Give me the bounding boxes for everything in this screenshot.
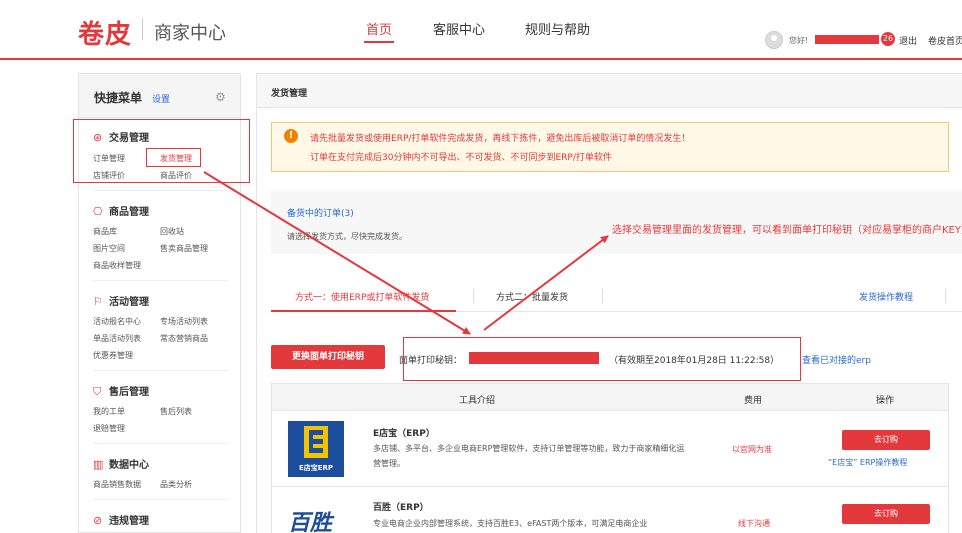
greeting-text: 您好! — [789, 36, 809, 45]
section-divider — [93, 190, 228, 191]
change-print-key-button[interactable]: 更换面单打印秘钥 — [271, 345, 385, 369]
section-product-management: ⎔ 商品管理 — [93, 203, 149, 218]
main-content: 发货管理 ! 请先批量发货或使用ERP/打单软件完成发货，再线下拣件，避免出库后… — [256, 73, 962, 533]
avatar[interactable] — [765, 31, 783, 49]
quick-menu-title: 快捷菜单 — [94, 91, 143, 105]
top-header: 卷皮 商家中心 首页 客服中心 规则与帮助 您好! 26 退出 卷皮首页 — [0, 0, 962, 60]
tool-name: 百胜（ERP） — [373, 503, 429, 513]
annotation-box-shipping-link — [146, 148, 201, 167]
shipping-method-tabs: 方式一：使用ERP或打单软件发货 方式二：批量发货 发货操作教程 — [271, 284, 962, 312]
edianbao-logo: E店宝ERP — [288, 421, 344, 477]
message-count-badge[interactable]: 26 — [881, 32, 895, 46]
warning-line-2: 订单在支付完成后30分钟内不可导出、不可发货、不可同步到ERP/打单软件 — [310, 153, 612, 163]
section-divider — [93, 280, 228, 281]
nav-rules-help[interactable]: 规则与帮助 — [525, 19, 590, 38]
tool-description: 多店铺、多平台、多企业电商ERP管理软件，支持订单管理等功能，致力于商家精细化运… — [373, 444, 685, 468]
section-violation-management: ⊘ 违规管理 — [93, 512, 149, 527]
tab-batch-shipping[interactable]: 方式二：批量发货 — [496, 290, 568, 303]
column-actions: 操作 — [876, 396, 895, 406]
ban-icon: ⊘ — [93, 514, 103, 527]
nav-home[interactable]: 首页 — [366, 19, 392, 38]
sidebar-item-selling-products[interactable]: 售卖商品管理 — [160, 243, 208, 254]
section-divider — [93, 443, 228, 444]
sidebar-item-activity-signup[interactable]: 活动报名中心 — [93, 316, 141, 327]
section-activity-management: ⚐ 活动管理 — [93, 293, 149, 308]
pending-orders-link[interactable]: 备货中的订单(3) — [287, 206, 354, 219]
baisheng-logo: 百胜 — [288, 497, 344, 533]
sidebar-item-single-activities[interactable]: 单品活动列表 — [93, 333, 141, 344]
section-title: 商品管理 — [109, 207, 149, 218]
tab-separator — [945, 289, 946, 303]
merchant-center-title: 商家中心 — [154, 23, 226, 44]
table-row: 百胜 百胜（ERP） 专业电商企业内部管理系统，支持百胜E3、eFAST两个版本… — [271, 487, 949, 533]
brand-logo[interactable]: 卷皮 — [78, 14, 132, 51]
warning-icon: ! — [284, 129, 298, 143]
section-title: 售后管理 — [109, 387, 149, 398]
sidebar-item-sales-data[interactable]: 商品销售数据 — [93, 479, 141, 490]
juanpi-home-link[interactable]: 卷皮首页 — [928, 34, 962, 47]
main-header: 发货管理 — [257, 74, 962, 108]
nav-active-underline — [364, 41, 394, 43]
tab-separator — [602, 289, 603, 303]
sidebar-item-recycle-bin[interactable]: 回收站 — [160, 226, 184, 237]
page-title: 发货管理 — [271, 89, 308, 99]
logout-link[interactable]: 退出 — [899, 34, 917, 47]
tab-erp-shipping[interactable]: 方式一：使用ERP或打单软件发货 — [295, 290, 429, 303]
shipping-tutorial-link[interactable]: 发货操作教程 — [859, 290, 913, 303]
page-root: 卷皮 商家中心 首页 客服中心 规则与帮助 您好! 26 退出 卷皮首页 快捷菜… — [0, 0, 962, 533]
section-data-center: ▥ 数据中心 — [93, 456, 149, 471]
sidebar-item-sample-management[interactable]: 商品收样管理 — [93, 260, 141, 271]
tool-description: 专业电商企业内部管理系统，支持百胜E3、eFAST两个版本，可满足电商企业 — [373, 519, 648, 528]
pending-orders-hint: 请选择发货方式，尽快完成发货。 — [287, 232, 407, 241]
section-divider — [93, 370, 228, 371]
section-title: 活动管理 — [109, 297, 149, 308]
section-title: 数据中心 — [109, 460, 149, 471]
tab-separator — [473, 289, 474, 303]
warning-banner: ! 请先批量发货或使用ERP/打单软件完成发货，再线下拣件，避免出库后被取消订单… — [271, 122, 949, 172]
nav-customer-service[interactable]: 客服中心 — [433, 19, 485, 38]
tool-fee: 线下沟通 — [738, 519, 770, 528]
order-baisheng-button[interactable]: 去订购 — [842, 504, 930, 524]
gear-icon[interactable]: ⚙ — [215, 90, 226, 104]
section-after-sales: ⛉ 售后管理 — [93, 383, 149, 399]
table-row: E店宝ERP E店宝（ERP） 多店铺、多平台、多企业电商ERP管理软件，支持订… — [271, 411, 949, 487]
column-fee: 费用 — [744, 396, 763, 406]
annotation-note: 选择交易管理里面的发货管理，可以看到面单打印秘钥（对应易掌柜的商户KEY） — [612, 225, 962, 236]
quick-menu-settings-link[interactable]: 设置 — [152, 92, 170, 105]
view-connected-erp-link[interactable]: 查看已对接的erp — [802, 353, 871, 366]
annotation-box-print-key — [403, 337, 801, 381]
baisheng-logo-text: 百胜 — [288, 511, 333, 533]
sidebar-item-after-sales-list[interactable]: 售后列表 — [160, 406, 192, 417]
sidebar-header: 快捷菜单 设置 ⚙ — [79, 74, 240, 118]
flag-icon: ⚐ — [93, 295, 103, 308]
chart-icon: ▥ — [93, 458, 104, 471]
pending-orders-panel: 备货中的订单(3) 请选择发货方式，尽快完成发货。 — [271, 190, 962, 254]
tools-table-header: 工具介绍 费用 操作 — [271, 383, 949, 411]
sidebar-item-my-tickets[interactable]: 我的工单 — [93, 406, 125, 417]
sidebar-item-product-library[interactable]: 商品库 — [93, 226, 117, 237]
tool-fee: 以官网为准 — [732, 445, 772, 454]
logo-divider — [142, 18, 143, 40]
column-tool-intro: 工具介绍 — [459, 396, 496, 406]
username-redaction — [815, 35, 879, 44]
section-title: 违规管理 — [109, 516, 149, 527]
tool-name: E店宝（ERP） — [373, 429, 435, 439]
sidebar-item-image-space[interactable]: 图片空间 — [93, 243, 125, 254]
section-divider — [93, 499, 228, 500]
sidebar-item-category-analysis[interactable]: 品类分析 — [160, 479, 192, 490]
shield-icon: ⛉ — [93, 385, 102, 398]
active-tab-underline — [271, 310, 456, 312]
edianbao-tutorial-link[interactable]: “E店宝” ERP操作教程 — [828, 457, 907, 468]
sidebar-item-regular-marketing[interactable]: 常态营销商品 — [160, 333, 208, 344]
order-edianbao-button[interactable]: 去订购 — [842, 430, 930, 450]
sidebar-item-refund-management[interactable]: 退赔管理 — [93, 423, 125, 434]
sidebar-item-coupon-management[interactable]: 优惠券管理 — [93, 350, 133, 361]
sidebar-item-special-activities[interactable]: 专场活动列表 — [160, 316, 208, 327]
product-icon: ⎔ — [93, 205, 103, 218]
warning-line-1: 请先批量发货或使用ERP/打单软件完成发货，再线下拣件，避免出库后被取消订单的情… — [310, 134, 691, 144]
edianbao-logo-text: E店宝ERP — [298, 464, 334, 472]
